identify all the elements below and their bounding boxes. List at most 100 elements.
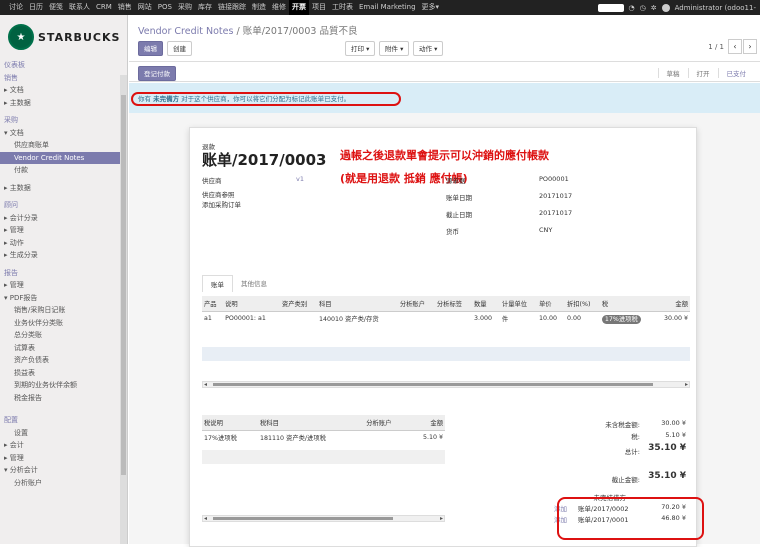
breadcrumb-link[interactable]: Vendor Credit Notes — [138, 26, 233, 37]
sidebar-item[interactable]: 到期的业务伙伴余额 — [0, 379, 127, 392]
chat-icon[interactable]: ◔ — [629, 4, 635, 12]
sidebar-item[interactable]: ▸ 管理 — [0, 452, 127, 465]
tab-bill-lines[interactable]: 账单 — [202, 275, 233, 292]
field-label: 供应商参照 — [202, 191, 235, 199]
sidebar-item[interactable]: ▸ 主数据 — [0, 97, 127, 110]
table-row[interactable]: a1 PO00001: a1 140010 资产类/存货 3.000 件 10.00 0.0… — [202, 311, 690, 326]
column-header[interactable]: 折扣(%) — [564, 296, 600, 312]
sidebar-item[interactable]: 仪表板 — [0, 59, 127, 72]
sidebar-item[interactable]: 税金报告 — [0, 392, 127, 405]
top-menu-item[interactable]: 网站 — [135, 0, 155, 15]
field-value[interactable]: CNY — [539, 226, 552, 234]
sidebar-item[interactable]: 总分类账 — [0, 329, 127, 342]
sidebar-item[interactable]: ▸ 管理 — [0, 224, 127, 237]
column-header[interactable]: 计量单位 — [499, 296, 537, 312]
create-button[interactable]: 创建 — [167, 41, 192, 56]
top-menu-item[interactable]: 日历 — [26, 0, 46, 15]
sidebar-item[interactable]: 报告 — [0, 267, 127, 280]
sidebar-item[interactable]: 顾问 — [0, 199, 127, 212]
sidebar-item[interactable]: ▾ 分析会计 — [0, 464, 127, 477]
top-menu-item[interactable]: 采购 — [175, 0, 195, 15]
sidebar-item[interactable]: ▾ 文档 — [0, 127, 127, 140]
pager-value[interactable]: 1 / 1 — [708, 43, 724, 51]
stage-item[interactable]: 草稿 — [657, 68, 688, 78]
top-menu-item[interactable]: 讨论 — [6, 0, 26, 15]
sidebar-item[interactable]: 付款 — [0, 164, 127, 177]
top-menu-item[interactable]: 开票 — [288, 0, 309, 15]
field-value[interactable]: v1 — [296, 175, 304, 183]
sidebar-item[interactable]: 销售/采购日记账 — [0, 304, 127, 317]
tax-amount: 5.10 ¥ — [665, 431, 686, 439]
sidebar-item[interactable]: 采购 — [0, 114, 127, 127]
column-header[interactable]: 分析账户 — [397, 296, 435, 312]
sidebar-item[interactable]: ▸ 会计分录 — [0, 212, 127, 225]
sidebar-item[interactable]: ▸ 管理 — [0, 279, 127, 292]
column-header[interactable]: 金额 — [654, 296, 690, 312]
top-menu-item[interactable]: Email Marketing — [356, 0, 419, 15]
top-menu-item[interactable]: 项目 — [309, 0, 329, 15]
column-header[interactable]: 数量 — [471, 296, 500, 312]
column-header[interactable]: 科目 — [316, 296, 398, 312]
bug-icon[interactable]: ✲ — [651, 4, 657, 12]
edit-button[interactable]: 编辑 — [138, 41, 163, 56]
sidebar-item[interactable]: 业务伙伴分类账 — [0, 317, 127, 330]
field-value[interactable]: 20171017 — [539, 192, 572, 200]
sidebar-item[interactable]: ▸ 文档 — [0, 84, 127, 97]
stage-item[interactable]: 已支付 — [717, 68, 755, 78]
column-header[interactable]: 分析标签 — [434, 296, 472, 312]
attachment-dropdown[interactable]: 附件 ▾ — [379, 41, 410, 56]
top-menu-item[interactable]: 销售 — [115, 0, 135, 15]
pager-previous-button[interactable]: ‹ — [728, 39, 742, 54]
sidebar-scrollbar[interactable] — [120, 75, 127, 544]
stage-item[interactable]: 打开 — [687, 68, 718, 78]
lines-horizontal-scrollbar[interactable]: ◂ ▸ — [202, 381, 690, 388]
column-header[interactable]: 税 — [599, 296, 655, 312]
column-header[interactable]: 说明 — [223, 296, 280, 312]
action-dropdown[interactable]: 动作 ▾ — [413, 41, 444, 56]
top-menu-item[interactable]: 库存 — [195, 0, 215, 15]
sidebar-item[interactable]: ▸ 会计 — [0, 439, 127, 452]
sidebar-item[interactable]: Vendor Credit Notes — [0, 151, 127, 164]
top-menu-item[interactable]: 便笺 — [46, 0, 66, 15]
clock-icon[interactable]: ◷ — [640, 4, 646, 12]
sidebar-item[interactable]: 设置 — [0, 427, 127, 440]
sidebar-item[interactable]: ▸ 主数据 — [0, 182, 127, 195]
sidebar-item[interactable]: 销售 — [0, 72, 127, 85]
field-value[interactable]: 20171017 — [539, 209, 572, 217]
avatar[interactable] — [661, 3, 670, 12]
register-payment-button[interactable]: 登记付款 — [138, 66, 176, 81]
top-menu-item[interactable]: 更多▾ — [419, 0, 443, 15]
pager-next-button[interactable]: › — [743, 39, 757, 54]
column-header[interactable]: 产品 — [202, 296, 224, 312]
top-menu-item[interactable]: 链接跟踪 — [215, 0, 249, 15]
sidebar-item[interactable]: ▸ 动作 — [0, 237, 127, 250]
top-menu-item[interactable]: 工时表 — [329, 0, 356, 15]
column-header[interactable]: 资产类别 — [279, 296, 317, 312]
sidebar-item[interactable]: 供应商账单 — [0, 139, 127, 152]
sidebar-item[interactable]: 资产负债表 — [0, 354, 127, 367]
top-menu-item[interactable]: 联系人 — [66, 0, 93, 15]
sidebar-item[interactable]: ▸ 生成分录 — [0, 249, 127, 262]
toggle-switch-icon[interactable] — [597, 3, 624, 12]
sidebar-item[interactable]: 试算表 — [0, 342, 127, 355]
sidebar-item[interactable]: ▾ PDF报告 — [0, 292, 127, 305]
column-header[interactable]: 分析账户 — [364, 415, 409, 431]
top-menu-item[interactable]: 制造 — [249, 0, 269, 15]
table-cell: a1 — [204, 315, 212, 323]
sidebar-item[interactable]: 配置 — [0, 414, 127, 427]
column-header[interactable]: 税说明 — [202, 415, 258, 431]
tax-horizontal-scrollbar[interactable]: ◂ ▸ — [202, 515, 445, 522]
field-value[interactable]: PO00001 — [539, 175, 569, 183]
print-dropdown[interactable]: 打印 ▾ — [345, 41, 376, 56]
column-header[interactable]: 单价 — [536, 296, 565, 312]
sidebar-item[interactable]: 分析账户 — [0, 477, 127, 490]
top-menu-item[interactable]: POS — [155, 0, 175, 15]
user-menu[interactable]: Administrator (odoo11- — [675, 4, 756, 12]
sidebar-item[interactable]: 损益表 — [0, 367, 127, 380]
tab-other-info[interactable]: 其他信息 — [233, 275, 275, 292]
column-header[interactable]: 税科目 — [258, 415, 365, 431]
table-row[interactable]: 17%进项税 181110 资产类/进项税 5.10 ¥ — [202, 430, 445, 445]
top-menu-item[interactable]: 维修 — [269, 0, 289, 15]
top-menu-item[interactable]: CRM — [93, 0, 115, 15]
column-header[interactable]: 金额 — [408, 415, 445, 431]
